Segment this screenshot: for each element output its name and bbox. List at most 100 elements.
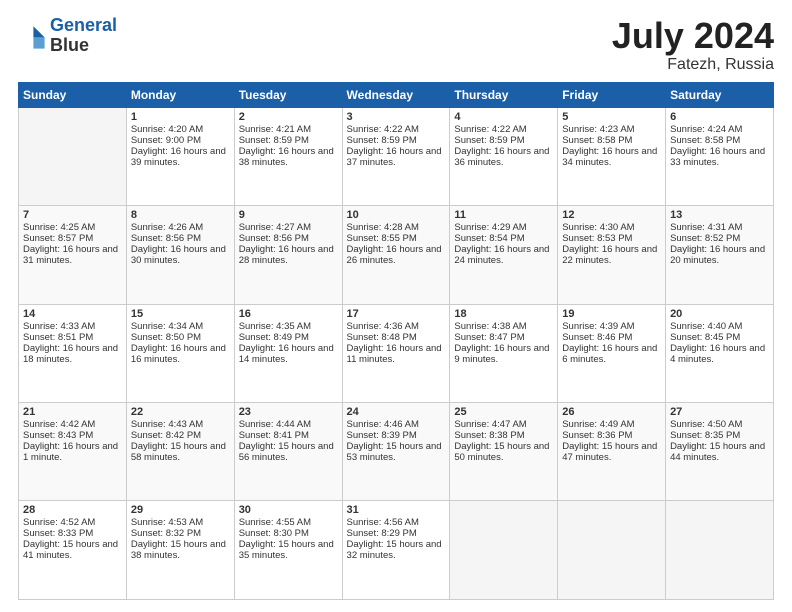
calendar-cell: 9Sunrise: 4:27 AMSunset: 8:56 PMDaylight… [234,206,342,304]
header-friday: Friday [558,82,666,107]
calendar-cell: 22Sunrise: 4:43 AMSunset: 8:42 PMDayligh… [126,403,234,501]
cell-day-number: 23 [239,406,338,418]
cell-daylight: Daylight: 16 hours and 11 minutes. [347,343,446,365]
cell-daylight: Daylight: 15 hours and 50 minutes. [454,441,553,463]
cell-sunrise: Sunrise: 4:52 AM [23,517,122,528]
cell-sunset: Sunset: 8:50 PM [131,332,230,343]
page: General Blue July 2024 Fatezh, Russia Su… [0,0,792,612]
cell-day-number: 10 [347,209,446,221]
calendar-week-1: 1Sunrise: 4:20 AMSunset: 9:00 PMDaylight… [19,107,774,205]
cell-daylight: Daylight: 16 hours and 26 minutes. [347,244,446,266]
cell-sunrise: Sunrise: 4:22 AM [454,124,553,135]
cell-day-number: 1 [131,111,230,123]
calendar-cell: 23Sunrise: 4:44 AMSunset: 8:41 PMDayligh… [234,403,342,501]
calendar-cell: 19Sunrise: 4:39 AMSunset: 8:46 PMDayligh… [558,304,666,402]
calendar-cell: 6Sunrise: 4:24 AMSunset: 8:58 PMDaylight… [666,107,774,205]
calendar-cell: 28Sunrise: 4:52 AMSunset: 8:33 PMDayligh… [19,501,127,600]
header-saturday: Saturday [666,82,774,107]
cell-daylight: Daylight: 15 hours and 53 minutes. [347,441,446,463]
cell-sunset: Sunset: 8:41 PM [239,430,338,441]
header: General Blue July 2024 Fatezh, Russia [18,16,774,74]
cell-day-number: 7 [23,209,122,221]
cell-daylight: Daylight: 16 hours and 31 minutes. [23,244,122,266]
calendar-cell [450,501,558,600]
cell-sunset: Sunset: 8:32 PM [131,528,230,539]
cell-sunrise: Sunrise: 4:38 AM [454,321,553,332]
calendar-header-row: SundayMondayTuesdayWednesdayThursdayFrid… [19,82,774,107]
calendar-cell: 5Sunrise: 4:23 AMSunset: 8:58 PMDaylight… [558,107,666,205]
cell-sunrise: Sunrise: 4:21 AM [239,124,338,135]
header-monday: Monday [126,82,234,107]
cell-daylight: Daylight: 16 hours and 38 minutes. [239,146,338,168]
cell-sunset: Sunset: 8:39 PM [347,430,446,441]
cell-sunrise: Sunrise: 4:55 AM [239,517,338,528]
cell-day-number: 12 [562,209,661,221]
cell-sunset: Sunset: 8:59 PM [347,135,446,146]
cell-sunset: Sunset: 8:46 PM [562,332,661,343]
cell-sunset: Sunset: 8:58 PM [562,135,661,146]
cell-sunrise: Sunrise: 4:43 AM [131,419,230,430]
calendar-week-4: 21Sunrise: 4:42 AMSunset: 8:43 PMDayligh… [19,403,774,501]
cell-day-number: 22 [131,406,230,418]
cell-daylight: Daylight: 16 hours and 1 minute. [23,441,122,463]
cell-daylight: Daylight: 15 hours and 44 minutes. [670,441,769,463]
cell-daylight: Daylight: 16 hours and 37 minutes. [347,146,446,168]
header-wednesday: Wednesday [342,82,450,107]
cell-sunrise: Sunrise: 4:34 AM [131,321,230,332]
calendar-week-2: 7Sunrise: 4:25 AMSunset: 8:57 PMDaylight… [19,206,774,304]
cell-day-number: 4 [454,111,553,123]
header-thursday: Thursday [450,82,558,107]
calendar-cell: 15Sunrise: 4:34 AMSunset: 8:50 PMDayligh… [126,304,234,402]
logo-line1: General [50,15,117,35]
calendar-cell: 7Sunrise: 4:25 AMSunset: 8:57 PMDaylight… [19,206,127,304]
cell-sunrise: Sunrise: 4:53 AM [131,517,230,528]
cell-daylight: Daylight: 15 hours and 38 minutes. [131,539,230,561]
cell-sunset: Sunset: 8:56 PM [131,233,230,244]
cell-sunrise: Sunrise: 4:25 AM [23,222,122,233]
calendar-cell: 14Sunrise: 4:33 AMSunset: 8:51 PMDayligh… [19,304,127,402]
cell-sunset: Sunset: 8:43 PM [23,430,122,441]
cell-daylight: Daylight: 16 hours and 18 minutes. [23,343,122,365]
calendar-cell: 25Sunrise: 4:47 AMSunset: 8:38 PMDayligh… [450,403,558,501]
header-sunday: Sunday [19,82,127,107]
calendar-cell: 8Sunrise: 4:26 AMSunset: 8:56 PMDaylight… [126,206,234,304]
cell-sunrise: Sunrise: 4:46 AM [347,419,446,430]
cell-sunrise: Sunrise: 4:29 AM [454,222,553,233]
cell-day-number: 14 [23,308,122,320]
cell-sunrise: Sunrise: 4:23 AM [562,124,661,135]
calendar-cell [19,107,127,205]
cell-sunrise: Sunrise: 4:49 AM [562,419,661,430]
cell-sunset: Sunset: 8:29 PM [347,528,446,539]
cell-sunset: Sunset: 8:47 PM [454,332,553,343]
cell-sunset: Sunset: 9:00 PM [131,135,230,146]
cell-daylight: Daylight: 15 hours and 32 minutes. [347,539,446,561]
cell-sunrise: Sunrise: 4:33 AM [23,321,122,332]
cell-day-number: 29 [131,504,230,516]
cell-day-number: 28 [23,504,122,516]
cell-day-number: 27 [670,406,769,418]
cell-sunrise: Sunrise: 4:30 AM [562,222,661,233]
cell-sunrise: Sunrise: 4:27 AM [239,222,338,233]
cell-sunset: Sunset: 8:42 PM [131,430,230,441]
cell-day-number: 13 [670,209,769,221]
cell-sunset: Sunset: 8:48 PM [347,332,446,343]
header-tuesday: Tuesday [234,82,342,107]
cell-day-number: 20 [670,308,769,320]
calendar-table: SundayMondayTuesdayWednesdayThursdayFrid… [18,82,774,600]
cell-sunset: Sunset: 8:51 PM [23,332,122,343]
cell-daylight: Daylight: 16 hours and 28 minutes. [239,244,338,266]
cell-daylight: Daylight: 16 hours and 6 minutes. [562,343,661,365]
calendar-cell: 26Sunrise: 4:49 AMSunset: 8:36 PMDayligh… [558,403,666,501]
cell-sunset: Sunset: 8:56 PM [239,233,338,244]
title-block: July 2024 Fatezh, Russia [612,16,774,74]
cell-sunset: Sunset: 8:53 PM [562,233,661,244]
logo-text: General Blue [50,16,117,56]
cell-sunrise: Sunrise: 4:35 AM [239,321,338,332]
cell-day-number: 2 [239,111,338,123]
calendar-cell: 29Sunrise: 4:53 AMSunset: 8:32 PMDayligh… [126,501,234,600]
cell-daylight: Daylight: 16 hours and 34 minutes. [562,146,661,168]
calendar-cell: 13Sunrise: 4:31 AMSunset: 8:52 PMDayligh… [666,206,774,304]
calendar-cell [666,501,774,600]
cell-day-number: 31 [347,504,446,516]
cell-sunset: Sunset: 8:54 PM [454,233,553,244]
